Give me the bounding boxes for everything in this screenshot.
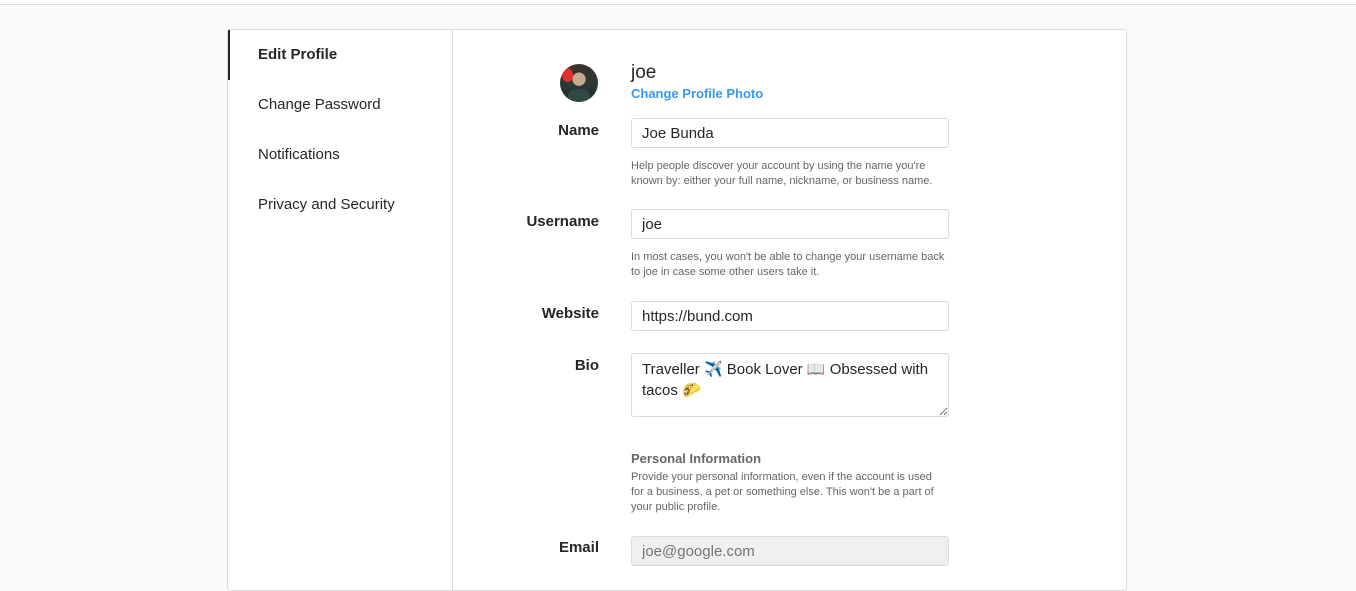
profile-username-heading: joe: [631, 62, 657, 83]
bio-textarea[interactable]: Traveller ✈️ Book Lover 📖 Obsessed with …: [631, 353, 949, 417]
username-help-text: In most cases, you won't be able to chan…: [631, 251, 945, 278]
settings-sidebar: Edit Profile Change Password Notificatio…: [228, 30, 453, 590]
personal-information-help-text: Provide your personal information, even …: [631, 471, 934, 513]
sidebar-item-privacy-and-security[interactable]: Privacy and Security: [228, 180, 452, 230]
sidebar-item-label: Notifications: [258, 146, 340, 163]
username-field[interactable]: [631, 209, 949, 239]
website-field[interactable]: [631, 301, 949, 331]
change-profile-photo-link[interactable]: Change Profile Photo: [631, 86, 763, 101]
top-navigation-bar: [0, 0, 1356, 5]
avatar-detail: [562, 68, 573, 82]
email-label: Email: [558, 539, 599, 556]
settings-card: Edit Profile Change Password Notificatio…: [227, 29, 1127, 591]
email-field[interactable]: [631, 536, 949, 566]
username-label: Username: [526, 213, 599, 230]
sidebar-item-label: Edit Profile: [258, 46, 338, 63]
personal-information-heading: Personal Information: [631, 451, 762, 466]
sidebar-item-label: Privacy and Security: [258, 196, 395, 213]
avatar[interactable]: [560, 64, 598, 102]
name-help-text: Help people discover your account by usi…: [631, 160, 933, 187]
sidebar-item-edit-profile[interactable]: Edit Profile: [228, 30, 452, 80]
name-label: Name: [558, 122, 599, 139]
sidebar-item-label: Change Password: [258, 96, 381, 113]
bio-label: Bio: [574, 357, 599, 374]
sidebar-item-notifications[interactable]: Notifications: [228, 130, 452, 180]
name-field[interactable]: [631, 118, 949, 148]
avatar-detail: [568, 89, 590, 102]
sidebar-item-change-password[interactable]: Change Password: [228, 80, 452, 130]
website-label: Website: [541, 305, 599, 322]
edit-profile-form: joe Change Profile Photo Name Help peopl…: [453, 30, 1126, 590]
